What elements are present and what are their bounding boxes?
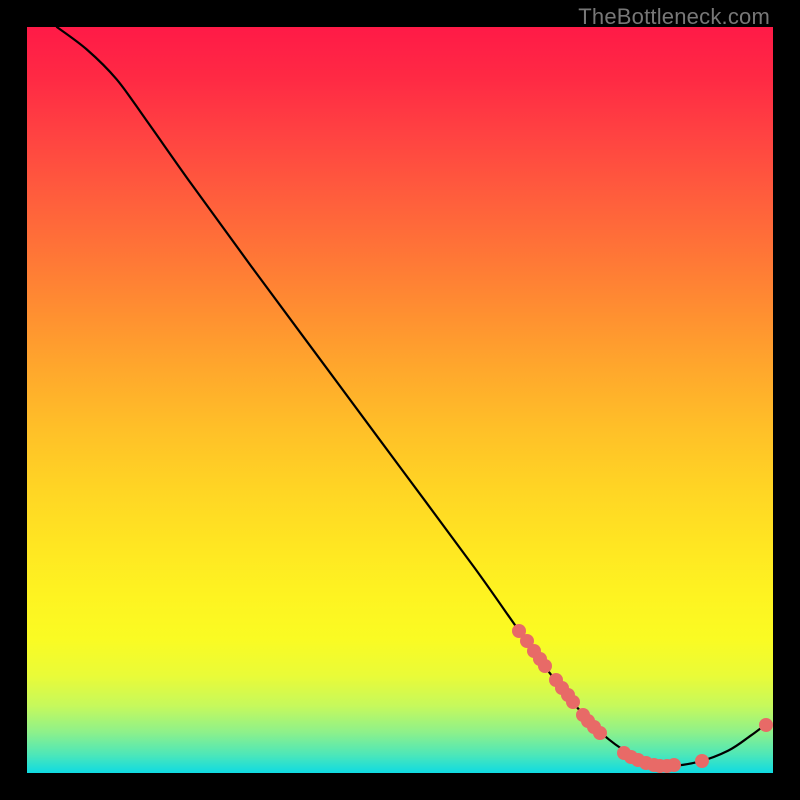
marker-dot: [667, 758, 681, 772]
plot-area: [27, 27, 773, 773]
chart-frame: TheBottleneck.com: [0, 0, 800, 800]
watermark-text: TheBottleneck.com: [578, 4, 770, 30]
chart-curve: [57, 27, 766, 766]
marker-dot: [759, 718, 773, 732]
curve-svg: [27, 27, 773, 773]
